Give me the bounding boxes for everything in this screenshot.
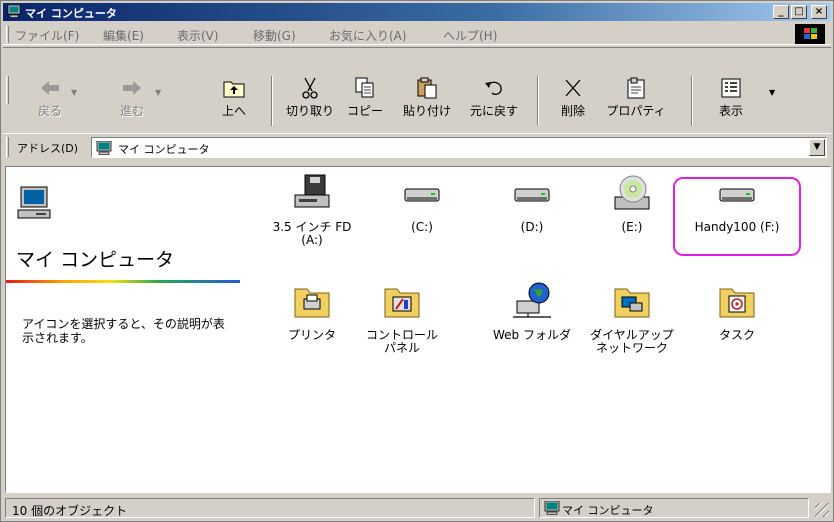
- web-view-pane: マイ コンピュータ アイコンを選択すると、その説明が表示されます。: [6, 167, 246, 492]
- item-control-panel[interactable]: コントロール パネル: [352, 281, 452, 355]
- standard-toolbar: 戻る ▼ 進む ▼ 上へ 切り取り コピー 貼り付け 元に戻す 削除 プロパティ…: [3, 47, 831, 131]
- object-count: 10 個のオブジェクト: [12, 504, 128, 518]
- properties-icon: [627, 77, 645, 99]
- address-input[interactable]: マイ コンピュータ ▼: [91, 137, 827, 158]
- toolbar-separator: [537, 76, 539, 126]
- delete-x-icon: [565, 79, 581, 97]
- my-computer-icon: [96, 141, 112, 155]
- forward-button[interactable]: 進む ▼: [111, 76, 161, 130]
- paste-button[interactable]: 貼り付け: [399, 76, 455, 130]
- back-arrow-icon: [41, 81, 59, 95]
- view-button[interactable]: 表示 ▼: [709, 76, 775, 130]
- pane-title: マイ コンピュータ: [16, 249, 175, 271]
- floppy-drive-icon: [294, 174, 330, 208]
- web-folders-icon: [513, 282, 551, 318]
- paste-icon: [417, 77, 437, 99]
- toolbar-separator: [691, 76, 693, 126]
- title-bar[interactable]: マイ コンピュータ _ □ ×: [3, 3, 831, 21]
- cd-drive-icon: [614, 175, 650, 210]
- view-dropdown-icon[interactable]: ▼: [769, 88, 775, 97]
- item-drive-d[interactable]: (D:): [482, 173, 582, 234]
- menu-view[interactable]: 表示(V): [177, 27, 219, 44]
- item-drive-c[interactable]: (C:): [372, 173, 472, 234]
- menu-favorites[interactable]: お気に入り(A): [329, 27, 407, 44]
- menu-edit[interactable]: 編集(E): [103, 27, 144, 44]
- item-cd-e[interactable]: (E:): [582, 173, 682, 234]
- address-label: アドレス(D): [17, 142, 79, 155]
- my-computer-icon: [544, 501, 560, 515]
- resize-grip[interactable]: [815, 503, 829, 517]
- copy-icon: [355, 77, 374, 98]
- menu-bar: ファイル(F) 編集(E) 表示(V) 移動(G) お気に入り(A) ヘルプ(H…: [3, 23, 831, 45]
- undo-icon: [485, 81, 502, 95]
- back-dropdown-icon[interactable]: ▼: [71, 88, 77, 97]
- address-dropdown-button[interactable]: ▼: [809, 139, 825, 156]
- forward-dropdown-icon[interactable]: ▼: [155, 88, 161, 97]
- my-computer-icon: [7, 5, 21, 18]
- item-printers[interactable]: プリンタ: [262, 281, 362, 342]
- toolbar-separator: [271, 76, 273, 126]
- menu-help[interactable]: ヘルプ(H): [443, 27, 497, 44]
- forward-arrow-icon: [123, 81, 141, 95]
- hard-drive-icon: [404, 188, 440, 202]
- address-value: マイ コンピュータ: [118, 143, 210, 156]
- highlight-annotation: [673, 177, 801, 256]
- window-title: マイ コンピュータ: [25, 7, 117, 20]
- scissors-icon: [302, 77, 318, 99]
- view-icon: [721, 78, 741, 98]
- zone-label: マイ コンピュータ: [562, 504, 654, 517]
- delete-button[interactable]: 削除: [551, 76, 595, 130]
- undo-button[interactable]: 元に戻す: [463, 76, 525, 130]
- item-web-folders[interactable]: Web フォルダ: [482, 281, 582, 342]
- dialup-networking-icon: [614, 288, 650, 318]
- minimize-button[interactable]: _: [773, 5, 789, 19]
- copy-button[interactable]: コピー: [343, 76, 387, 130]
- close-button[interactable]: ×: [811, 5, 827, 19]
- my-computer-icon: [17, 186, 51, 219]
- up-button[interactable]: 上へ: [213, 76, 255, 130]
- up-folder-icon: [223, 81, 245, 98]
- toolbar-grip[interactable]: [6, 76, 9, 104]
- windows-logo-icon: [795, 24, 825, 44]
- status-zone-panel: マイ コンピュータ: [539, 498, 809, 518]
- color-divider: [6, 280, 240, 283]
- folder-view[interactable]: マイ コンピュータ アイコンを選択すると、その説明が表示されます。 3.5 イン…: [5, 166, 831, 493]
- explorer-window: マイ コンピュータ _ □ × ファイル(F) 編集(E) 表示(V) 移動(G…: [0, 0, 834, 522]
- printers-folder-icon: [294, 288, 330, 318]
- cut-button[interactable]: 切り取り: [283, 76, 337, 130]
- address-bar: アドレス(D) マイ コンピュータ ▼: [3, 133, 831, 159]
- menu-file[interactable]: ファイル(F): [15, 27, 79, 44]
- item-scheduled-tasks[interactable]: タスク: [687, 281, 787, 342]
- maximize-button[interactable]: □: [791, 5, 807, 19]
- menu-grip[interactable]: [6, 26, 9, 43]
- item-floppy-a[interactable]: 3.5 インチ FD (A:): [262, 173, 362, 247]
- item-dialup-networking[interactable]: ダイヤルアップ ネットワーク: [582, 281, 682, 355]
- status-bar: 10 個のオブジェクト マイ コンピュータ: [3, 497, 831, 519]
- back-button[interactable]: 戻る ▼: [29, 76, 77, 130]
- status-count-panel: 10 個のオブジェクト: [5, 498, 535, 518]
- menu-go[interactable]: 移動(G): [253, 27, 296, 44]
- address-grip[interactable]: [6, 137, 9, 157]
- pane-description: アイコンを選択すると、その説明が表示されます。: [22, 317, 225, 345]
- control-panel-folder-icon: [384, 288, 420, 318]
- hard-drive-icon: [514, 188, 550, 202]
- scheduled-tasks-icon: [719, 288, 755, 318]
- properties-button[interactable]: プロパティ: [603, 76, 669, 130]
